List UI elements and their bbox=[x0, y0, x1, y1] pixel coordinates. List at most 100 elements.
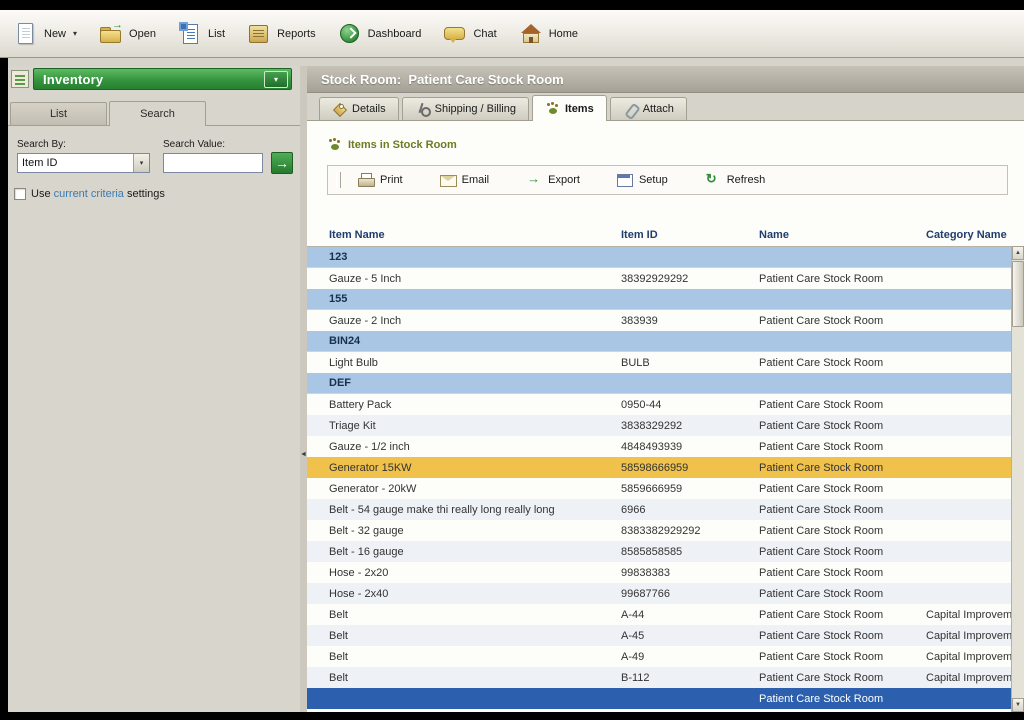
cell: Battery Pack bbox=[329, 399, 621, 411]
cell: Patient Care Stock Room bbox=[759, 609, 926, 621]
cell: Belt bbox=[329, 672, 621, 684]
cell: Patient Care Stock Room bbox=[759, 630, 926, 642]
setup-icon bbox=[616, 172, 633, 188]
toolbar-item-new[interactable]: New▾ bbox=[14, 22, 77, 46]
export-button[interactable]: Export bbox=[525, 172, 580, 188]
column-header-name[interactable]: Name bbox=[759, 229, 926, 241]
tab-details[interactable]: Details bbox=[319, 97, 399, 120]
cell: Patient Care Stock Room bbox=[759, 420, 926, 432]
grid-action-toolbar: Print Email Export Setup Refresh bbox=[327, 165, 1008, 195]
panel-splitter[interactable]: ◄ bbox=[300, 66, 307, 712]
scroll-thumb[interactable] bbox=[1012, 261, 1024, 327]
chevron-down-icon[interactable]: ▾ bbox=[133, 154, 149, 172]
item-row[interactable]: Belt - 32 gauge8383382929292Patient Care… bbox=[307, 520, 1011, 541]
criteria-row: Use current criteria settings bbox=[14, 188, 165, 200]
group-header-row[interactable]: DEF bbox=[307, 373, 1011, 394]
items-icon bbox=[545, 101, 560, 116]
setup-button[interactable]: Setup bbox=[616, 172, 668, 188]
item-row[interactable]: Generator - 20kW5859666959Patient Care S… bbox=[307, 478, 1011, 499]
item-row[interactable]: Generator 15KW58598666959Patient Care St… bbox=[307, 457, 1011, 478]
item-row[interactable]: Gauze - 1/2 inch4848493939Patient Care S… bbox=[307, 436, 1011, 457]
cell: 38392929292 bbox=[621, 273, 759, 285]
toolbar-item-open[interactable]: Open bbox=[99, 22, 156, 46]
item-row[interactable]: Battery Pack0950-44Patient Care Stock Ro… bbox=[307, 394, 1011, 415]
use-criteria-checkbox[interactable] bbox=[14, 188, 26, 200]
cell: 6966 bbox=[621, 504, 759, 516]
group-header-row[interactable]: 123 bbox=[307, 247, 1011, 268]
group-label: 155 bbox=[329, 293, 621, 305]
home-icon bbox=[519, 22, 543, 46]
item-row[interactable]: Belt - 54 gauge make thi really long rea… bbox=[307, 499, 1011, 520]
tab-attach[interactable]: Attach bbox=[610, 97, 687, 120]
module-selector[interactable]: Inventory ▾ bbox=[33, 68, 292, 90]
chat-icon bbox=[443, 22, 467, 46]
sidebar-tab-list[interactable]: List bbox=[10, 102, 107, 125]
column-header-item-name[interactable]: Item Name bbox=[329, 229, 621, 241]
column-header-category-name[interactable]: Category Name bbox=[926, 229, 1011, 241]
section-title-label: Items in Stock Room bbox=[348, 139, 457, 151]
tab-label: Attach bbox=[643, 103, 674, 115]
cell: Patient Care Stock Room bbox=[759, 525, 926, 537]
table-body: 123Gauze - 5 Inch38392929292Patient Care… bbox=[307, 247, 1011, 709]
search-value-label: Search Value: bbox=[163, 139, 225, 150]
application-window: New▾ Open List Reports Dashboard Chat Home Inv… bbox=[0, 0, 1024, 720]
toolbar-item-reports[interactable]: Reports bbox=[247, 22, 316, 46]
item-row[interactable]: Hose - 2x2099838383Patient Care Stock Ro… bbox=[307, 562, 1011, 583]
cell: 3838329292 bbox=[621, 420, 759, 432]
tab-shipping-billing[interactable]: Shipping / Billing bbox=[402, 97, 529, 120]
item-row[interactable]: BeltB-112Patient Care Stock RoomCapital … bbox=[307, 667, 1011, 688]
print-icon bbox=[357, 172, 374, 188]
toolbar-item-label: Dashboard bbox=[368, 28, 422, 40]
item-row[interactable]: Gauze - 5 Inch38392929292Patient Care St… bbox=[307, 268, 1011, 289]
cell: Patient Care Stock Room bbox=[759, 693, 926, 705]
item-row[interactable]: BeltA-45Patient Care Stock RoomCapital I… bbox=[307, 625, 1011, 646]
scroll-up-button[interactable]: ▲ bbox=[1012, 246, 1024, 260]
refresh-icon bbox=[704, 172, 721, 188]
toolbar-item-home[interactable]: Home bbox=[519, 22, 578, 46]
collapse-arrow-icon[interactable]: ◄ bbox=[300, 451, 307, 712]
search-panel: Search By: Search Value: Item ID ▾ → Use… bbox=[8, 126, 300, 236]
tab-items[interactable]: Items bbox=[532, 95, 607, 121]
toolbar-item-dashboard[interactable]: Dashboard bbox=[338, 22, 422, 46]
search-value-input[interactable] bbox=[163, 153, 263, 173]
scroll-down-button[interactable]: ▼ bbox=[1012, 698, 1024, 712]
cell: 99838383 bbox=[621, 567, 759, 579]
column-header-item-id[interactable]: Item ID bbox=[621, 229, 759, 241]
cell: Patient Care Stock Room bbox=[759, 546, 926, 558]
items-table: Item NameItem IDNameCategory Name 123Gau… bbox=[307, 223, 1011, 712]
cell: 8383382929292 bbox=[621, 525, 759, 537]
vertical-scrollbar[interactable]: ▲ ▼ bbox=[1011, 246, 1024, 712]
tab-content: Items in Stock Room Print Email Export Setu… bbox=[307, 120, 1024, 712]
criteria-link[interactable]: current criteria bbox=[54, 188, 124, 200]
dashboard-icon bbox=[338, 22, 362, 46]
item-row[interactable]: BeltA-49Patient Care Stock RoomCapital I… bbox=[307, 646, 1011, 667]
search-by-select[interactable]: Item ID ▾ bbox=[17, 153, 150, 173]
print-button[interactable]: Print bbox=[357, 172, 403, 188]
paperclip-icon bbox=[623, 102, 638, 117]
search-go-button[interactable]: → bbox=[271, 152, 293, 174]
cell: Generator 15KW bbox=[329, 462, 621, 474]
toolbar-item-chat[interactable]: Chat bbox=[443, 22, 496, 46]
group-header-row[interactable]: BIN24 bbox=[307, 331, 1011, 352]
item-row[interactable]: Hose - 2x4099687766Patient Care Stock Ro… bbox=[307, 583, 1011, 604]
module-menu-icon[interactable] bbox=[11, 70, 29, 88]
item-row[interactable]: Triage Kit3838329292Patient Care Stock R… bbox=[307, 415, 1011, 436]
toolbar-item-list[interactable]: List bbox=[178, 22, 225, 46]
refresh-button[interactable]: Refresh bbox=[704, 172, 766, 188]
cell: B-112 bbox=[621, 672, 759, 684]
item-row[interactable]: BeltA-44Patient Care Stock RoomCapital I… bbox=[307, 604, 1011, 625]
search-by-label: Search By: bbox=[17, 139, 66, 150]
item-row[interactable]: Belt - 16 gauge8585858585Patient Care St… bbox=[307, 541, 1011, 562]
toolbar-item-label: Open bbox=[129, 28, 156, 40]
action-label: Print bbox=[380, 174, 403, 186]
item-row[interactable]: Light BulbBULBPatient Care Stock Room bbox=[307, 352, 1011, 373]
group-header-row[interactable]: 155 bbox=[307, 289, 1011, 310]
cell: Belt - 32 gauge bbox=[329, 525, 621, 537]
item-row[interactable]: Patient Care Stock Room bbox=[307, 688, 1011, 709]
list-icon bbox=[178, 22, 202, 46]
email-icon bbox=[439, 172, 456, 188]
module-dropdown-button[interactable]: ▾ bbox=[264, 71, 288, 88]
email-button[interactable]: Email bbox=[439, 172, 490, 188]
item-row[interactable]: Gauze - 2 Inch383939Patient Care Stock R… bbox=[307, 310, 1011, 331]
sidebar-tab-search[interactable]: Search bbox=[109, 101, 206, 126]
